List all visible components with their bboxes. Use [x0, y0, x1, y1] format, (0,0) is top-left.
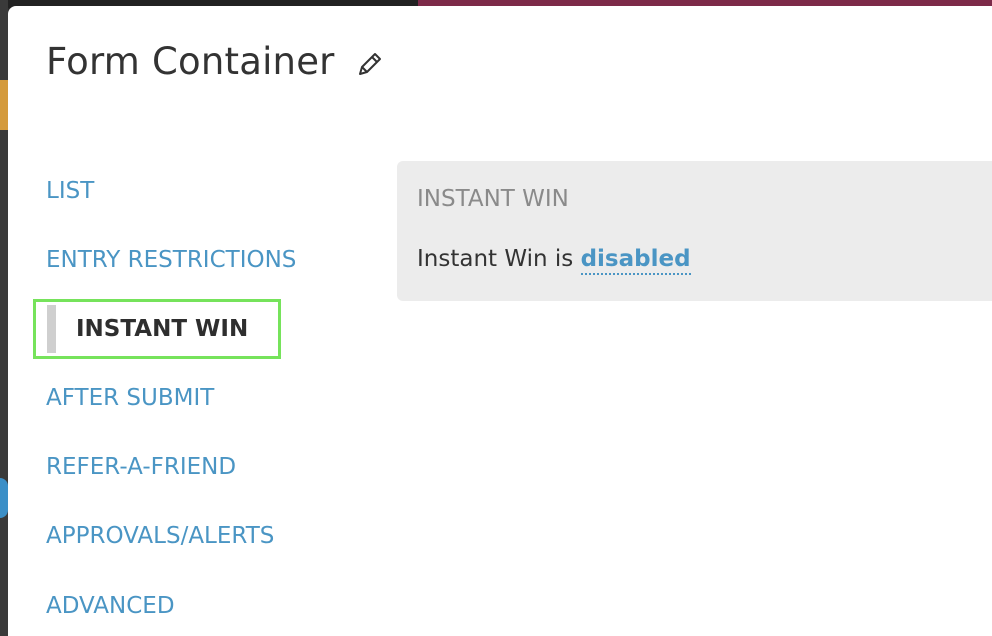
- nav-item-entry-restrictions[interactable]: ENTRY RESTRICTIONS: [46, 247, 296, 273]
- instant-win-panel: INSTANT WIN Instant Win is disabled: [397, 161, 992, 301]
- instant-win-status-text: Instant Win is disabled: [417, 246, 691, 275]
- background-strip: [0, 0, 8, 636]
- status-prefix: Instant Win is: [417, 246, 581, 272]
- nav-item-after-submit[interactable]: AFTER SUBMIT: [46, 385, 214, 411]
- title-row: Form Container: [46, 40, 385, 83]
- nav-item-approvals-alerts[interactable]: APPROVALS/ALERTS: [46, 523, 274, 549]
- background-accent-blue: [0, 478, 8, 518]
- nav-item-instant-win[interactable]: INSTANT WIN: [33, 299, 281, 359]
- panel-heading: INSTANT WIN: [417, 186, 569, 212]
- nav-item-label: INSTANT WIN: [76, 316, 249, 342]
- form-container-modal: Form Container LIST ENTRY RESTRICTIONS I…: [8, 6, 992, 636]
- modal-title: Form Container: [46, 40, 335, 83]
- active-indicator-bar: [47, 305, 56, 353]
- nav-item-refer-a-friend[interactable]: REFER-A-FRIEND: [46, 454, 236, 480]
- status-toggle-link[interactable]: disabled: [580, 246, 691, 275]
- nav-item-advanced[interactable]: ADVANCED: [46, 593, 175, 619]
- pencil-icon[interactable]: [355, 49, 385, 79]
- nav-item-list[interactable]: LIST: [46, 178, 94, 204]
- background-accent-orange: [0, 80, 8, 130]
